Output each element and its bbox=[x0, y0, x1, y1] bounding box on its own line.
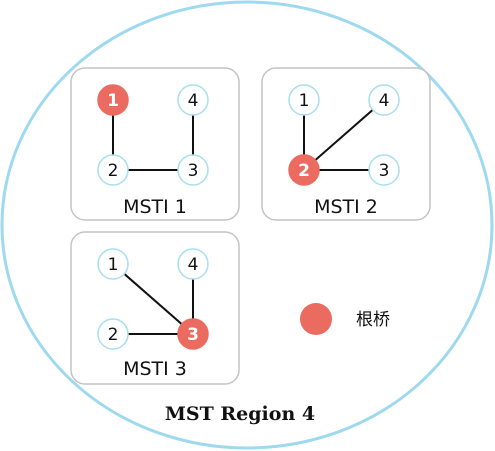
bridge-id-label: 3 bbox=[379, 161, 390, 181]
msti-1-bridge-4: 4 bbox=[177, 84, 209, 116]
msti-1-bridge-3: 3 bbox=[177, 154, 209, 186]
region-title: MST Region 4 bbox=[165, 403, 315, 425]
bridge-id-label: 4 bbox=[188, 255, 199, 275]
msti-3-label: MSTI 3 bbox=[123, 358, 187, 380]
bridge-id-label: 4 bbox=[188, 91, 199, 111]
msti-3-bridge-3: 3 bbox=[177, 318, 209, 350]
bridge-id-label: 4 bbox=[379, 91, 390, 111]
msti-2-bridge-1: 1 bbox=[288, 84, 320, 116]
msti-1-bridge-2: 2 bbox=[97, 154, 129, 186]
legend: 根桥 bbox=[300, 303, 390, 335]
msti-1-label: MSTI 1 bbox=[123, 196, 187, 218]
msti-2-bridge-3: 3 bbox=[368, 154, 400, 186]
root-bridge-dot-icon bbox=[300, 303, 332, 335]
msti-2-bridge-4: 4 bbox=[368, 84, 400, 116]
legend-label: 根桥 bbox=[356, 310, 390, 330]
bridge-id-label: 2 bbox=[108, 161, 119, 181]
bridge-id-label: 2 bbox=[298, 161, 310, 181]
bridge-id-label: 1 bbox=[299, 91, 310, 111]
msti-2-label: MSTI 2 bbox=[314, 196, 378, 218]
bridge-id-label: 3 bbox=[188, 161, 199, 181]
msti-3-panel: 1 4 2 3MSTI 3 bbox=[70, 231, 240, 385]
msti-3-bridge-1: 1 bbox=[97, 248, 129, 280]
bridge-id-label: 3 bbox=[187, 325, 199, 345]
msti-2-panel: 1 4 2 3MSTI 2 bbox=[261, 67, 431, 221]
msti-1-bridge-1: 1 bbox=[97, 84, 129, 116]
bridge-id-label: 1 bbox=[107, 91, 119, 111]
msti-3-bridge-2: 2 bbox=[97, 318, 129, 350]
msti-2-bridge-2: 2 bbox=[288, 154, 320, 186]
mst-region-diagram: 1 42 3MSTI 1 1 42 3MSTI 2 1 42 3MSTI 3 根桥 MST … bbox=[0, 0, 494, 450]
bridge-id-label: 2 bbox=[108, 325, 119, 345]
msti-1-panel: 1 4 2 3MSTI 1 bbox=[70, 67, 240, 221]
bridge-id-label: 1 bbox=[108, 255, 119, 275]
msti-3-bridge-4: 4 bbox=[177, 248, 209, 280]
